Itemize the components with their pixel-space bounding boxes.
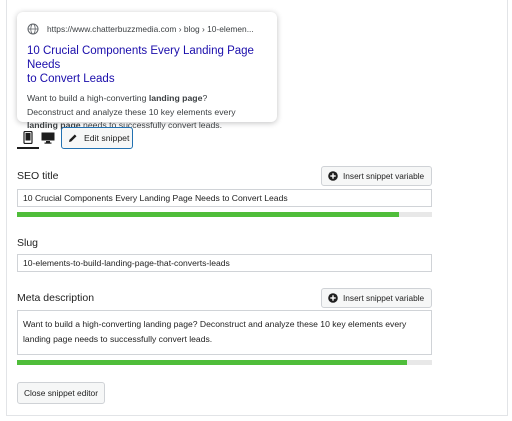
google-preview-card: https://www.chatterbuzzmedia.com › blog … bbox=[17, 12, 277, 130]
preview-title-line1: 10 Crucial Components Every Landing Page… bbox=[27, 45, 254, 71]
plus-circle-icon bbox=[328, 171, 338, 181]
seo-title-label: SEO title bbox=[17, 170, 59, 182]
meta-description-progress-bar bbox=[17, 360, 432, 365]
preview-title[interactable]: 10 Crucial Components Every Landing Page… bbox=[27, 44, 267, 86]
edit-snippet-button[interactable]: Edit snippet bbox=[61, 127, 133, 149]
preview-url: https://www.chatterbuzzmedia.com › blog … bbox=[47, 24, 254, 34]
preview-desc-text: ? bbox=[202, 93, 208, 103]
mobile-preview-button[interactable] bbox=[17, 127, 39, 149]
insert-variable-label: Insert snippet variable bbox=[343, 293, 425, 303]
desktop-preview-button[interactable] bbox=[37, 127, 59, 149]
seo-title-input[interactable]: 10 Crucial Components Every Landing Page… bbox=[17, 189, 432, 207]
slug-input[interactable]: 10-elements-to-build-landing-page-that-c… bbox=[17, 254, 432, 272]
meta-description-label: Meta description bbox=[17, 292, 95, 304]
close-snippet-editor-button[interactable]: Close snippet editor bbox=[17, 382, 105, 404]
plus-circle-icon bbox=[328, 293, 338, 303]
meta-description-textarea[interactable]: Want to build a high-converting landing … bbox=[17, 310, 432, 355]
seo-title-progress-fill bbox=[17, 212, 399, 217]
edit-snippet-label: Edit snippet bbox=[84, 133, 130, 143]
preview-desc-keyword: landing page bbox=[148, 93, 203, 103]
meta-description-insert-variable-button[interactable]: Insert snippet variable bbox=[321, 288, 432, 308]
pencil-icon bbox=[69, 134, 77, 142]
mobile-icon bbox=[23, 130, 33, 144]
meta-description-progress-fill bbox=[17, 360, 408, 365]
preview-desc-text: Deconstruct and analyze these 10 key ele… bbox=[27, 106, 236, 117]
preview-url-row: https://www.chatterbuzzmedia.com › blog … bbox=[27, 22, 267, 36]
preview-title-line2: to Convert Leads bbox=[27, 73, 115, 85]
preview-desc-text: Want to build a high-converting bbox=[27, 93, 149, 103]
seo-title-insert-variable-button[interactable]: Insert snippet variable bbox=[321, 166, 432, 186]
desktop-icon bbox=[41, 132, 55, 144]
globe-icon bbox=[27, 23, 39, 35]
seo-title-progress-bar bbox=[17, 212, 432, 217]
insert-variable-label: Insert snippet variable bbox=[343, 171, 425, 181]
slug-label: Slug bbox=[17, 237, 39, 249]
